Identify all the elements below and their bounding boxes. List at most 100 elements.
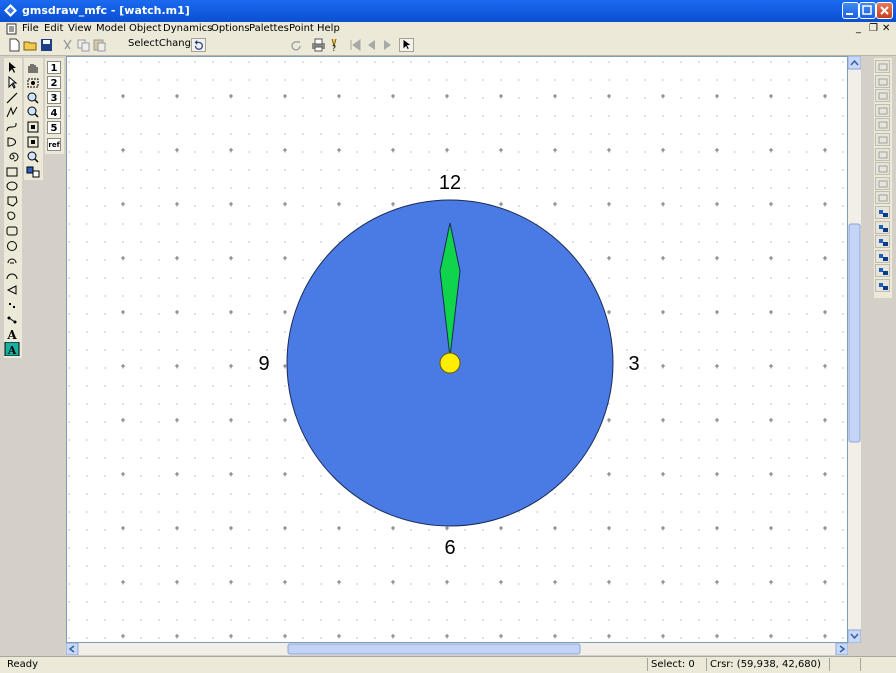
clock-label-12: 12 [439, 172, 461, 194]
layer-button-2[interactable]: 2 [47, 76, 61, 89]
drawing-canvas[interactable]: 12 3 6 9 [66, 56, 848, 643]
zoom-in-icon[interactable] [25, 91, 41, 105]
next-icon[interactable] [380, 38, 395, 52]
mdi-restore-icon[interactable]: ❐ [869, 22, 878, 35]
align-bottom-icon[interactable] [875, 133, 890, 146]
layer-button-4[interactable]: 4 [47, 106, 61, 119]
menu-object[interactable]: Object [129, 22, 162, 35]
join-icon[interactable] [875, 235, 890, 249]
undo-icon[interactable] [191, 38, 206, 52]
menu-help[interactable]: Help [317, 22, 340, 35]
flip-icon[interactable] [875, 264, 890, 278]
object-select-icon[interactable] [25, 165, 41, 179]
vertical-scrollbar[interactable] [847, 55, 862, 644]
polyline-icon[interactable] [4, 105, 20, 119]
mdi-minimize-icon[interactable]: _ [856, 22, 861, 35]
menu-options[interactable]: Options [211, 22, 250, 35]
paste-icon[interactable] [92, 38, 107, 52]
menu-edit[interactable]: Edit [44, 22, 63, 35]
document-icon[interactable] [6, 23, 18, 35]
select-arrow-icon[interactable] [4, 61, 20, 75]
layer-button-3[interactable]: 3 [47, 91, 61, 104]
text-box-icon[interactable]: A [4, 342, 20, 357]
title-bar[interactable]: gmsdraw_mfc - [watch.m1] [0, 0, 896, 22]
layer-button-ref[interactable]: ref [47, 138, 61, 151]
minimize-button[interactable] [842, 2, 859, 19]
rectangle-icon[interactable] [4, 165, 20, 179]
pan-hand-icon[interactable] [25, 61, 41, 75]
clock-label-3: 3 [628, 353, 639, 375]
help-icon[interactable]: ? [327, 38, 342, 52]
circle-icon[interactable] [4, 239, 20, 253]
ellipse-icon[interactable] [4, 179, 20, 193]
align-top-icon[interactable] [875, 103, 890, 117]
status-pane-2 [860, 658, 890, 671]
zoom-window-icon[interactable] [25, 120, 41, 134]
polygon-icon[interactable] [4, 194, 20, 208]
points-icon[interactable] [4, 313, 20, 327]
arc-icon[interactable] [4, 253, 20, 267]
send-back-icon[interactable] [875, 176, 890, 190]
status-cursor: Crsr: (59,938, 42,680) [706, 658, 828, 671]
app-icon [4, 4, 17, 17]
new-file-icon[interactable] [7, 38, 22, 52]
vertical-scrollbar-graphic [847, 55, 862, 644]
align-middle-icon[interactable] [875, 118, 890, 132]
break-icon[interactable] [875, 249, 890, 263]
zoom-out-icon[interactable] [25, 105, 41, 119]
clock-drawing: 12 3 6 9 [258, 172, 639, 559]
pie-icon[interactable] [4, 268, 20, 282]
round-rect-icon[interactable] [4, 224, 20, 238]
space-horizontal-icon[interactable] [875, 147, 890, 161]
align-center-icon[interactable] [875, 74, 890, 88]
svg-text:A: A [7, 344, 17, 356]
menu-palettes[interactable]: Palettes [249, 22, 289, 35]
menu-file[interactable]: File [22, 22, 39, 35]
drawing-tools-palette: AA [4, 58, 22, 358]
closed-curve-icon[interactable] [4, 135, 20, 149]
status-select: Select: 0 [647, 658, 705, 671]
mdi-close-icon[interactable]: ✕ [882, 22, 890, 35]
menu-point[interactable]: Point [289, 22, 314, 35]
align-left-icon[interactable] [875, 60, 890, 73]
layer-button-5[interactable]: 5 [47, 121, 61, 134]
select-change-label[interactable]: SelectChange [128, 38, 197, 49]
open-folder-icon[interactable] [23, 38, 38, 52]
save-icon[interactable] [39, 38, 54, 52]
point-icon[interactable] [4, 298, 20, 312]
bring-front-icon[interactable] [875, 162, 890, 176]
zoom-all-icon[interactable] [25, 135, 41, 149]
curve-icon[interactable] [4, 120, 20, 134]
maximize-button[interactable] [859, 2, 876, 19]
menu-model[interactable]: Model [96, 22, 126, 35]
previous-icon[interactable] [364, 38, 379, 52]
clock-label-9: 9 [258, 353, 269, 375]
zoom-select-icon[interactable] [25, 150, 41, 164]
align-right-icon[interactable] [875, 89, 890, 103]
clock-hub[interactable] [439, 352, 461, 374]
rotate-icon[interactable] [875, 279, 890, 292]
line-icon[interactable] [4, 91, 20, 105]
ungroup-icon[interactable] [875, 206, 890, 219]
zoom-fit-icon[interactable] [25, 76, 41, 90]
redo-icon[interactable] [290, 38, 305, 52]
freeform-icon[interactable] [4, 209, 20, 223]
align-tools-palette [874, 58, 892, 298]
spiral-icon[interactable] [4, 150, 20, 164]
node-select-icon[interactable] [4, 75, 20, 90]
pointer-tool-icon[interactable] [399, 38, 414, 52]
node-edit-icon[interactable] [875, 220, 890, 234]
group-icon[interactable] [875, 191, 890, 205]
print-icon[interactable] [311, 38, 326, 52]
status-pane-1 [829, 658, 859, 671]
horizontal-scrollbar[interactable] [65, 642, 849, 656]
triangle-icon[interactable] [4, 283, 20, 297]
close-button[interactable] [876, 2, 893, 19]
copy-icon[interactable] [76, 38, 91, 52]
first-icon[interactable] [348, 38, 363, 52]
layer-button-1[interactable]: 1 [47, 61, 61, 74]
text-icon[interactable]: A [4, 327, 20, 341]
menu-view[interactable]: View [68, 22, 92, 35]
cut-icon[interactable] [60, 38, 75, 52]
menu-dynamics[interactable]: Dynamics [163, 22, 212, 35]
